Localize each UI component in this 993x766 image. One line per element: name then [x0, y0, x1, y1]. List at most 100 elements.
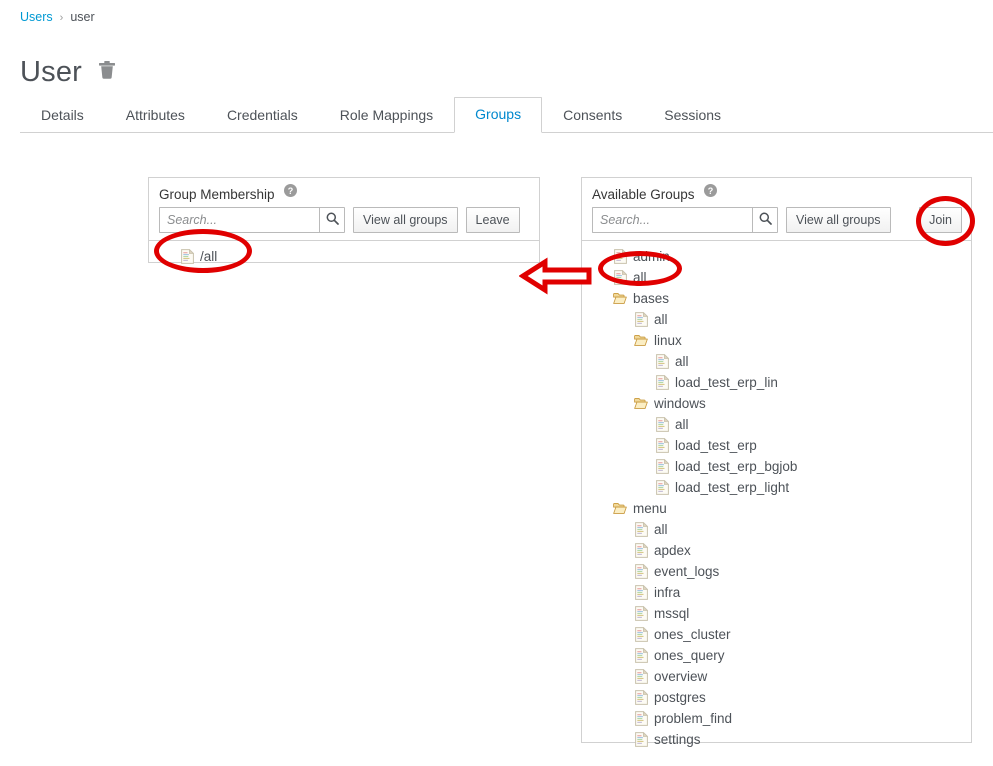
membership-search-input[interactable] [159, 207, 319, 234]
available-groups-title: Available Groups [592, 186, 695, 202]
tree-node-all[interactable]: all [582, 519, 971, 540]
tree-node-event_logs[interactable]: event_logs [582, 561, 971, 582]
tree-node-load_test_erp_light[interactable]: load_test_erp_light [582, 477, 971, 498]
tree-node-admin[interactable]: admin [582, 246, 971, 267]
tree-node-infra[interactable]: infra [582, 582, 971, 603]
file-icon [634, 690, 648, 706]
tree-node-bases[interactable]: bases [582, 288, 971, 309]
tree-node-label: postgres [654, 689, 706, 705]
available-groups-search [592, 207, 778, 234]
available-groups-header: Available Groups ? [582, 178, 971, 203]
group-membership-header: Group Membership ? [149, 178, 539, 203]
tab-role-mappings[interactable]: Role Mappings [319, 98, 454, 133]
file-icon [634, 312, 648, 328]
folder-icon [634, 396, 648, 412]
help-circle-icon[interactable]: ? [284, 184, 298, 202]
tree-node-windows[interactable]: windows [582, 393, 971, 414]
available-search-button[interactable] [752, 207, 778, 234]
folder-icon [613, 501, 627, 517]
breadcrumb-current-user: user [70, 10, 95, 24]
tree-node-all[interactable]: all [582, 309, 971, 330]
tree-node-label: bases [633, 290, 670, 306]
group-membership-toolbar: View all groups Leave [149, 203, 539, 240]
tree-node-label: menu [633, 500, 667, 516]
tree-node-label: event_logs [654, 563, 720, 579]
tab-details[interactable]: Details [20, 98, 105, 133]
tab-bar: Details Attributes Credentials Role Mapping… [20, 97, 993, 133]
tree-node-mssql[interactable]: mssql [582, 603, 971, 624]
tree-node-problem_find[interactable]: problem_find [582, 708, 971, 729]
tree-node-label: problem_find [654, 710, 733, 726]
tree-node-label: /all [200, 248, 218, 264]
tree-node-overview[interactable]: overview [582, 666, 971, 687]
tree-node-label: linux [654, 332, 682, 348]
file-icon [655, 417, 669, 433]
available-view-all-groups-button[interactable]: View all groups [786, 207, 891, 234]
file-icon [613, 249, 627, 265]
tree-node-ones_query[interactable]: ones_query [582, 645, 971, 666]
svg-text:?: ? [288, 186, 294, 196]
help-circle-icon[interactable]: ? [704, 184, 718, 202]
available-groups-panel: Available Groups ? View all groups Join [581, 177, 972, 748]
tree-node-linux[interactable]: linux [582, 330, 971, 351]
search-icon [326, 212, 339, 228]
membership-view-all-groups-button[interactable]: View all groups [353, 207, 458, 234]
file-icon [634, 711, 648, 727]
folder-icon [634, 333, 648, 349]
tree-node-all[interactable]: /all [149, 246, 539, 267]
tree-node-label: settings [654, 731, 701, 747]
tree-node-ones_cluster[interactable]: ones_cluster [582, 624, 971, 645]
group-membership-search [159, 207, 345, 234]
tab-groups[interactable]: Groups [454, 97, 543, 133]
available-search-input[interactable] [592, 207, 752, 234]
file-icon [634, 522, 648, 538]
tree-node-load_test_erp_lin[interactable]: load_test_erp_lin [582, 372, 971, 393]
tree-node-label: ones_cluster [654, 626, 731, 642]
tree-node-postgres[interactable]: postgres [582, 687, 971, 708]
tree-node-load_test_erp_bgjob[interactable]: load_test_erp_bgjob [582, 456, 971, 477]
tab-credentials[interactable]: Credentials [206, 98, 319, 133]
file-icon [634, 606, 648, 622]
tree-node-label: all [633, 269, 647, 285]
file-icon [655, 459, 669, 475]
file-icon [180, 249, 194, 265]
tab-sessions[interactable]: Sessions [643, 98, 742, 133]
file-icon [655, 480, 669, 496]
tree-node-all[interactable]: all [582, 351, 971, 372]
tree-node-settings[interactable]: settings [582, 729, 971, 750]
tab-consents[interactable]: Consents [542, 98, 643, 133]
tree-node-label: load_test_erp_light [675, 479, 790, 495]
trash-icon[interactable] [98, 60, 116, 85]
file-icon [634, 669, 648, 685]
tree-node-label: admin [633, 248, 670, 264]
available-groups-tree: admin all bases all linux all load_test_erp_li… [582, 241, 971, 756]
tree-node-label: load_test_erp_lin [675, 374, 778, 390]
tree-node-all[interactable]: all [582, 267, 971, 288]
svg-text:?: ? [708, 186, 714, 196]
tree-node-label: apdex [654, 542, 691, 558]
breadcrumb-link-users[interactable]: Users [20, 10, 53, 24]
tree-node-label: ones_query [654, 647, 725, 663]
file-icon [634, 564, 648, 580]
tree-node-label: overview [654, 668, 708, 684]
file-icon [634, 543, 648, 559]
file-icon [634, 732, 648, 748]
group-membership-title: Group Membership [159, 186, 275, 202]
tree-node-label: all [675, 416, 689, 432]
leave-button[interactable]: Leave [465, 207, 520, 234]
tree-node-label: all [675, 353, 689, 369]
membership-search-button[interactable] [319, 207, 345, 234]
group-membership-tree: /all [149, 241, 539, 273]
file-icon [634, 648, 648, 664]
file-icon [655, 438, 669, 454]
file-icon [634, 585, 648, 601]
tree-node-apdex[interactable]: apdex [582, 540, 971, 561]
tree-node-load_test_erp[interactable]: load_test_erp [582, 435, 971, 456]
tab-attributes[interactable]: Attributes [105, 98, 206, 133]
tree-node-label: infra [654, 584, 681, 600]
join-button[interactable]: Join [919, 207, 962, 234]
file-icon [613, 270, 627, 286]
tree-node-menu[interactable]: menu [582, 498, 971, 519]
tree-node-all[interactable]: all [582, 414, 971, 435]
tree-node-label: load_test_erp_bgjob [675, 458, 798, 474]
